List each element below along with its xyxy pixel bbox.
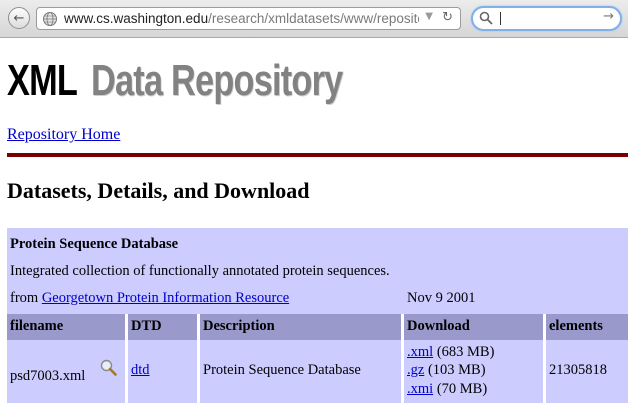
url-path: /research/xmldatasets/www/reposito [208, 11, 419, 26]
url-text[interactable]: www.cs.washington.edu/research/xmldatase… [64, 11, 419, 26]
from-label: from [10, 290, 39, 306]
dropdown-caret-icon[interactable]: ▼ [425, 11, 433, 22]
header-dtd: DTD [131, 318, 162, 334]
download-xml: .xml (683 MB) [407, 344, 494, 361]
repository-home-link[interactable]: Repository Home [7, 126, 120, 144]
back-button[interactable]: ← [8, 7, 30, 29]
site-logo: XML Data Repository [7, 58, 413, 104]
dataset-date: Nov 9 2001 [407, 290, 476, 306]
logo-repository-text: Data Repository [91, 56, 343, 105]
download-gz-link[interactable]: .gz [407, 362, 424, 378]
header-description: Description [203, 318, 275, 334]
header-elements: elements [549, 318, 603, 334]
header-filename: filename [10, 318, 64, 334]
browser-toolbar: ← www.cs.washington.edu/research/xmldata… [0, 0, 628, 38]
download-xml-size: (683 MB) [436, 344, 495, 360]
divider [7, 153, 628, 157]
search-icon [479, 11, 493, 25]
search-input[interactable]: → [471, 6, 622, 31]
back-arrow-icon: ← [13, 10, 25, 26]
column-divider [543, 314, 546, 403]
dataset-panel: Protein Sequence Database Integrated col… [7, 228, 628, 403]
row-filename: psd7003.xml [10, 368, 86, 384]
download-xmi: .xmi (70 MB) [407, 381, 487, 398]
download-xmi-size: (70 MB) [436, 381, 488, 397]
dataset-name: Protein Sequence Database [10, 236, 179, 252]
page-title: Datasets, Details, and Download [7, 178, 310, 203]
dataset-description: Integrated collection of functionally an… [10, 263, 390, 279]
reload-icon[interactable]: ↻ [442, 10, 453, 25]
dataset-source: from Georgetown Protein Information Reso… [10, 290, 289, 307]
download-xml-link[interactable]: .xml [407, 344, 433, 360]
download-gz-size: (103 MB) [427, 362, 486, 378]
column-divider [197, 314, 200, 403]
address-bar[interactable]: www.cs.washington.edu/research/xmldatase… [36, 7, 461, 30]
table-header: filename DTD Description Download elemen… [7, 314, 628, 340]
column-divider [401, 314, 404, 403]
header-download: Download [407, 318, 470, 334]
globe-icon [43, 11, 57, 26]
download-xmi-link[interactable]: .xmi [407, 381, 433, 397]
magnifier-icon[interactable] [100, 359, 117, 376]
dtd-link[interactable]: dtd [131, 362, 150, 378]
row-description: Protein Sequence Database [203, 362, 361, 378]
text-cursor [500, 12, 501, 25]
source-link[interactable]: Georgetown Protein Information Resource [42, 290, 289, 306]
download-gz: .gz (103 MB) [407, 362, 486, 379]
url-host: www.cs.washington.edu [64, 11, 209, 26]
search-go-icon[interactable]: → [603, 9, 614, 24]
logo-xml-text: XML [7, 56, 78, 105]
row-elements: 21305818 [549, 362, 607, 378]
column-divider [125, 314, 128, 403]
